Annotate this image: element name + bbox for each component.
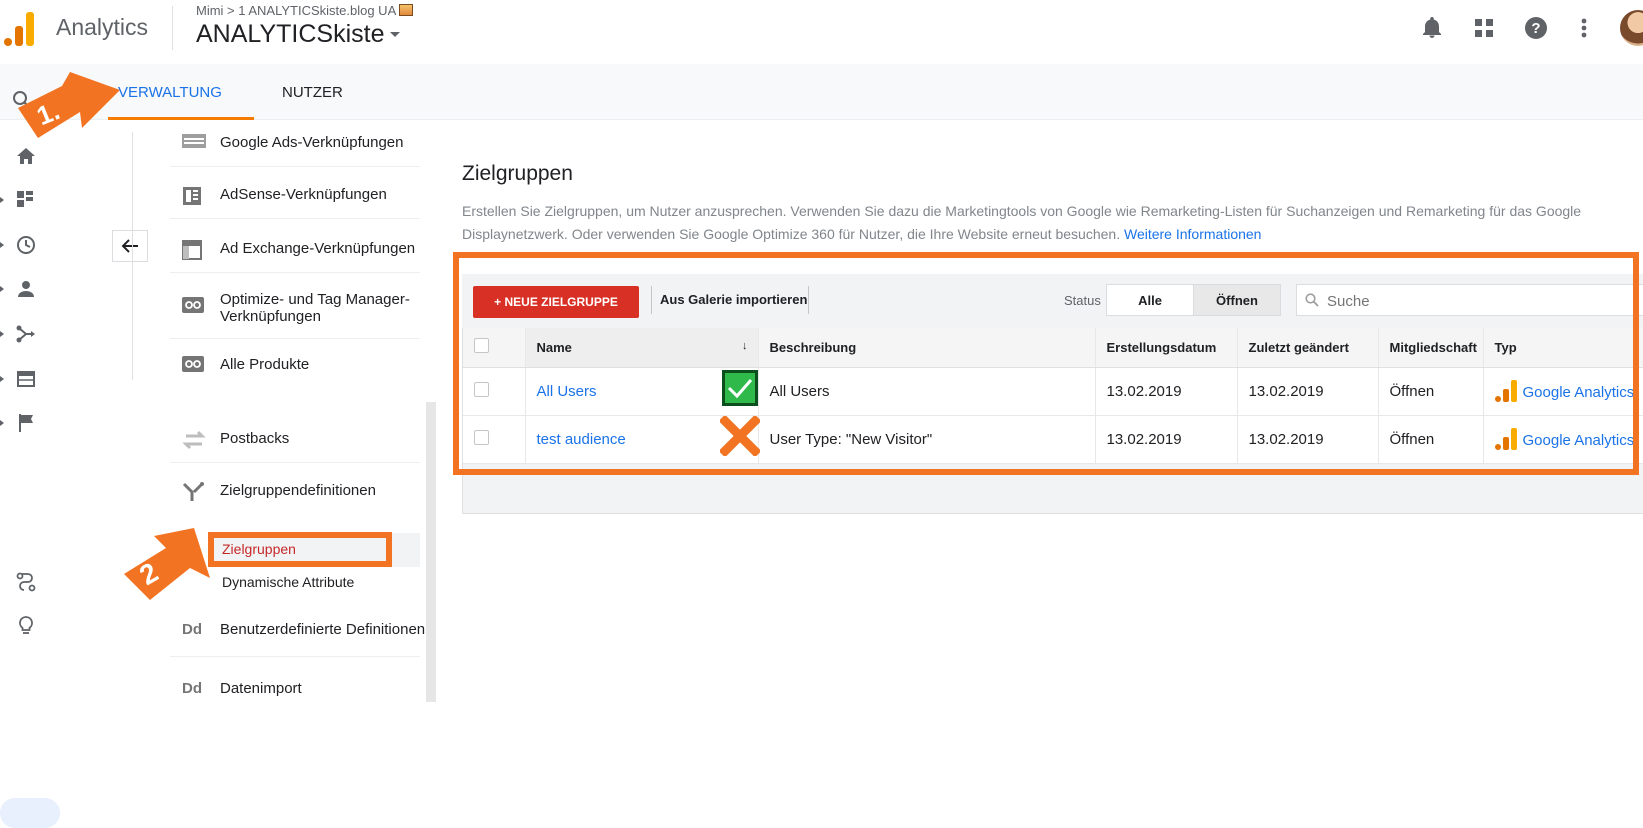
behavior-icon[interactable] bbox=[12, 367, 40, 391]
adexchange-link-icon bbox=[182, 240, 204, 260]
menu-divider bbox=[170, 338, 420, 339]
menu-item-label: Alle Produkte bbox=[220, 356, 310, 373]
expand-triangle-icon bbox=[0, 242, 4, 248]
annotation-highlight-menu bbox=[208, 532, 392, 567]
flag-icon[interactable] bbox=[12, 411, 40, 435]
menu-item-label: Postbacks bbox=[220, 430, 290, 447]
more-info-link[interactable]: Weitere Informationen bbox=[1124, 226, 1261, 242]
analytics-logo-icon bbox=[4, 10, 36, 46]
breadcrumb-text: Mimi > 1 ANALYTICSkiste.blog UA bbox=[196, 3, 396, 18]
ads-link-icon bbox=[182, 134, 206, 154]
menu-item-optimize-tag-manager-links[interactable]: Optimize- und Tag Manager- Verknüpfungen bbox=[170, 291, 420, 325]
more-vert-icon[interactable] bbox=[1572, 16, 1596, 40]
menu-subitem-dynamic-attributes[interactable]: Dynamische Attribute bbox=[222, 574, 354, 590]
acquisition-icon[interactable] bbox=[12, 322, 40, 346]
home-icon[interactable] bbox=[12, 144, 40, 168]
tab-nutzer[interactable]: NUTZER bbox=[282, 84, 343, 101]
postbacks-icon bbox=[182, 430, 206, 450]
tab-bar: VERWALTUNG NUTZER bbox=[0, 64, 1643, 120]
property-flag-icon bbox=[399, 4, 414, 16]
account-selector[interactable]: ANALYTICSkiste bbox=[196, 20, 401, 49]
dd-icon: Dd bbox=[182, 680, 202, 697]
page-title: Zielgruppen bbox=[462, 162, 573, 185]
product-link-icon bbox=[182, 356, 204, 376]
menu-item-label: Ad Exchange-Verknüpfungen bbox=[220, 240, 416, 257]
menu-divider bbox=[170, 272, 420, 273]
clock-icon[interactable] bbox=[12, 233, 40, 257]
admin-selected-indicator[interactable] bbox=[0, 798, 60, 828]
attribution-icon[interactable] bbox=[12, 570, 40, 594]
menu-item-label: AdSense-Verknüpfungen bbox=[220, 186, 387, 203]
tab-verwaltung[interactable]: VERWALTUNG bbox=[118, 84, 222, 101]
header-divider bbox=[172, 6, 173, 50]
app-name: Analytics bbox=[56, 14, 149, 40]
help-icon[interactable]: ? bbox=[1524, 16, 1548, 40]
menu-item-label: Optimize- und Tag Manager- Verknüpfungen bbox=[220, 291, 410, 325]
bell-icon[interactable] bbox=[1420, 16, 1444, 40]
apps-grid-icon[interactable] bbox=[1472, 16, 1496, 40]
menu-item-label: Zielgruppendefinitionen bbox=[220, 482, 376, 499]
menu-divider bbox=[170, 166, 420, 167]
menu-item-label: Datenimport bbox=[220, 680, 302, 697]
lightbulb-icon[interactable] bbox=[12, 614, 40, 638]
breadcrumb[interactable]: Mimi > 1 ANALYTICSkiste.blog UA bbox=[196, 3, 414, 18]
left-rail bbox=[0, 120, 88, 828]
expand-triangle-icon bbox=[0, 420, 4, 426]
annotation-arrow-1: 1. bbox=[18, 72, 120, 138]
menu-divider bbox=[170, 218, 420, 219]
avatar[interactable] bbox=[1620, 10, 1643, 46]
person-icon[interactable] bbox=[12, 277, 40, 301]
adsense-link-icon bbox=[182, 186, 204, 206]
expand-triangle-icon bbox=[0, 197, 4, 203]
svg-text:?: ? bbox=[1531, 20, 1540, 37]
active-tab-indicator bbox=[108, 117, 254, 120]
column-divider bbox=[132, 132, 133, 380]
menu-item-label: Benutzerdefinierte Definitionen bbox=[220, 621, 426, 638]
menu-divider bbox=[170, 462, 420, 463]
dd-icon: Dd bbox=[182, 621, 202, 638]
expand-triangle-icon bbox=[0, 331, 4, 337]
menu-scrollbar[interactable] bbox=[426, 402, 436, 702]
top-bar: Analytics Mimi > 1 ANALYTICSkiste.blog U… bbox=[0, 0, 1643, 64]
page-description: Erstellen Sie Zielgruppen, um Nutzer anz… bbox=[462, 200, 1612, 246]
menu-item-label: Google Ads-Verknüpfungen bbox=[220, 134, 404, 151]
customization-icon[interactable] bbox=[12, 188, 40, 212]
annotation-arrow-2: 2 bbox=[124, 528, 210, 600]
product-link-icon bbox=[182, 297, 204, 317]
account-name: ANALYTICSkiste bbox=[196, 20, 385, 48]
description-text: Erstellen Sie Zielgruppen, um Nutzer anz… bbox=[462, 203, 1582, 242]
back-button[interactable] bbox=[112, 230, 148, 262]
menu-divider bbox=[170, 656, 420, 657]
expand-triangle-icon bbox=[0, 376, 4, 382]
caret-down-icon bbox=[390, 32, 401, 37]
expand-triangle-icon bbox=[0, 286, 4, 292]
annotation-highlight-table bbox=[453, 252, 1639, 475]
arrow-left-icon bbox=[121, 239, 138, 253]
audience-definitions-icon bbox=[182, 482, 204, 502]
